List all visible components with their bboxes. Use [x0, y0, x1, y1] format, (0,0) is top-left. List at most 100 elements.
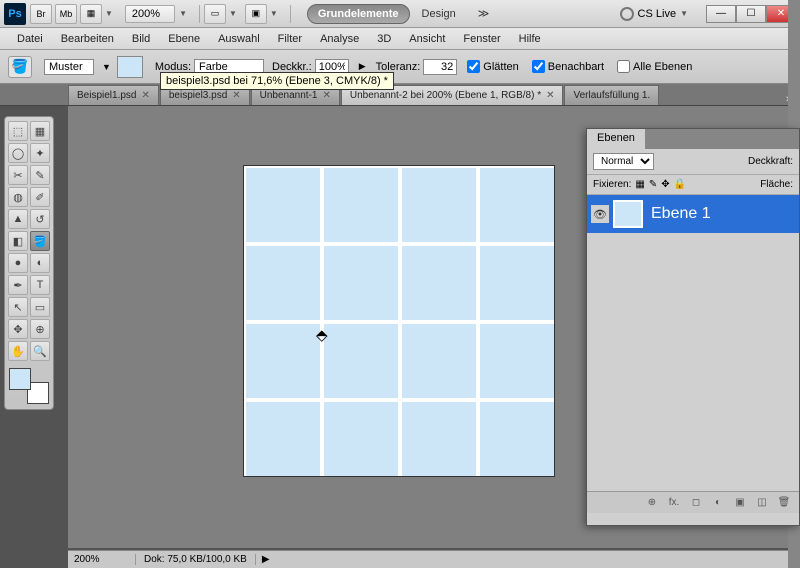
ps-logo-icon: Ps: [4, 3, 26, 25]
layer-list[interactable]: 👁 Ebene 1: [587, 195, 799, 491]
toolbox: ⬚▦ ◯✦ ✂✎ ◍✐ ▲↺ ◧🪣 ●◐ ✒T ↖▭ ✥⊕ ✋🔍: [4, 116, 54, 410]
status-menu-arrow[interactable]: ▶: [256, 554, 276, 565]
lock-pixels-icon[interactable]: ✎: [649, 179, 657, 190]
color-swatches[interactable]: [7, 366, 51, 406]
document-tabs: Beispiel1.psd ✕ beispiel3.psd ✕ Unbenannt-…: [0, 84, 800, 106]
layers-panel: Ebenen Normal Deckkraft: Fixieren: ▦ ✎ ✥…: [586, 128, 800, 526]
current-tool-icon[interactable]: 🪣: [8, 56, 32, 78]
new-layer-icon[interactable]: ◫: [753, 496, 771, 510]
bucket-tool[interactable]: 🪣: [30, 231, 50, 251]
minibridge-button[interactable]: Mb: [55, 4, 77, 24]
layer-row[interactable]: 👁 Ebene 1: [587, 195, 799, 233]
chevron-down-icon[interactable]: ▼: [680, 9, 688, 18]
crop-tool[interactable]: ✂: [8, 165, 28, 185]
wand-tool[interactable]: ✦: [30, 143, 50, 163]
fx-icon[interactable]: fx.: [665, 496, 683, 510]
benachbart-checkbox[interactable]: [532, 60, 545, 73]
tab-label: Unbenannt-1: [260, 90, 318, 101]
delete-icon[interactable]: 🗑: [775, 496, 793, 510]
foreground-color[interactable]: [9, 368, 31, 390]
doc-tab[interactable]: Beispiel1.psd ✕: [68, 85, 159, 105]
lasso-tool[interactable]: ◯: [8, 143, 28, 163]
maximize-button[interactable]: ☐: [736, 5, 766, 23]
heal-tool[interactable]: ◍: [8, 187, 28, 207]
cslive-label[interactable]: CS Live: [638, 8, 677, 20]
mask-icon[interactable]: ◻: [687, 496, 705, 510]
options-bar: 🪣 Muster ▼ Modus: Farbe Deckkr.: ▶ Toler…: [0, 50, 800, 84]
chevron-down-icon[interactable]: ▼: [105, 9, 113, 18]
layer-name[interactable]: Ebene 1: [651, 205, 711, 223]
close-icon[interactable]: ✕: [546, 90, 554, 101]
tab-label: beispiel3.psd: [169, 90, 227, 101]
close-icon[interactable]: ✕: [141, 90, 149, 101]
menu-ansicht[interactable]: Ansicht: [400, 33, 454, 45]
close-icon[interactable]: ✕: [232, 90, 240, 101]
titlebar: Ps Br Mb ▦ ▼ 200% ▼ ▭ ▼ ▣ ▼ Grundelement…: [0, 0, 800, 28]
path-tool[interactable]: ↖: [8, 297, 28, 317]
fill-label: Fläche:: [760, 179, 793, 190]
fill-type-select[interactable]: Muster: [44, 59, 94, 75]
bridge-button[interactable]: Br: [30, 4, 52, 24]
link-layers-icon[interactable]: ⊕: [643, 496, 661, 510]
tab-label: Beispiel1.psd: [77, 90, 136, 101]
menu-fenster[interactable]: Fenster: [454, 33, 509, 45]
layer-thumbnail[interactable]: [613, 200, 643, 228]
visibility-icon[interactable]: 👁: [591, 205, 609, 223]
chevron-down-icon[interactable]: ▼: [179, 9, 187, 18]
minimize-button[interactable]: —: [706, 5, 736, 23]
chevron-down-icon[interactable]: ▼: [270, 9, 278, 18]
menu-bearbeiten[interactable]: Bearbeiten: [52, 33, 123, 45]
blur-tool[interactable]: ●: [8, 253, 28, 273]
menu-ebene[interactable]: Ebene: [159, 33, 209, 45]
status-bar: 200% Dok: 75,0 KB/100,0 KB ▶: [68, 550, 788, 568]
close-icon[interactable]: ✕: [322, 90, 330, 101]
3d-tool[interactable]: ✥: [8, 319, 28, 339]
blend-mode-select[interactable]: Normal: [593, 153, 654, 170]
stamp-tool[interactable]: ▲: [8, 209, 28, 229]
menu-3d[interactable]: 3D: [368, 33, 400, 45]
lock-transparency-icon[interactable]: ▦: [635, 179, 644, 190]
pen-tool[interactable]: ✒: [8, 275, 28, 295]
menu-bild[interactable]: Bild: [123, 33, 159, 45]
menu-hilfe[interactable]: Hilfe: [510, 33, 550, 45]
workspace-design[interactable]: Design: [412, 5, 466, 23]
toleranz-input[interactable]: [423, 59, 457, 75]
eyedropper-tool[interactable]: ✎: [30, 165, 50, 185]
menu-filter[interactable]: Filter: [269, 33, 311, 45]
marquee-tool[interactable]: ▦: [30, 121, 50, 141]
group-icon[interactable]: ▣: [731, 496, 749, 510]
extras-button[interactable]: ▭: [204, 4, 226, 24]
workspace-more[interactable]: ≫: [468, 4, 500, 23]
menubar: Datei Bearbeiten Bild Ebene Auswahl Filt…: [0, 28, 800, 50]
zoom-select[interactable]: 200%: [125, 5, 175, 23]
status-zoom[interactable]: 200%: [68, 554, 136, 565]
layers-tab[interactable]: Ebenen: [587, 129, 646, 149]
dodge-tool[interactable]: ◐: [30, 253, 50, 273]
move-tool[interactable]: ⬚: [8, 121, 28, 141]
eraser-tool[interactable]: ◧: [8, 231, 28, 251]
glaetten-checkbox[interactable]: [467, 60, 480, 73]
toleranz-label: Toleranz:: [376, 61, 421, 73]
chevron-down-icon[interactable]: ▼: [229, 9, 237, 18]
type-tool[interactable]: T: [30, 275, 50, 295]
hand-tool[interactable]: ✋: [8, 341, 28, 361]
workspace-grundelemente[interactable]: Grundelemente: [307, 4, 410, 24]
brush-tool[interactable]: ✐: [30, 187, 50, 207]
menu-datei[interactable]: Datei: [8, 33, 52, 45]
doc-tab[interactable]: Verlaufsfüllung 1.: [564, 85, 659, 105]
alle-ebenen-checkbox[interactable]: [617, 60, 630, 73]
lock-position-icon[interactable]: ✥: [661, 179, 669, 190]
3d-camera-tool[interactable]: ⊕: [30, 319, 50, 339]
screenmode-button[interactable]: ▣: [245, 4, 267, 24]
layout-button[interactable]: ▦: [80, 4, 102, 24]
adjustment-icon[interactable]: ◐: [709, 496, 727, 510]
menu-auswahl[interactable]: Auswahl: [209, 33, 269, 45]
lock-all-icon[interactable]: 🔒: [674, 179, 686, 190]
menu-analyse[interactable]: Analyse: [311, 33, 368, 45]
history-brush-tool[interactable]: ↺: [30, 209, 50, 229]
layers-footer: ⊕ fx. ◻ ◐ ▣ ◫ 🗑: [587, 491, 799, 513]
document-canvas[interactable]: [244, 166, 554, 476]
pattern-swatch[interactable]: [117, 56, 143, 78]
shape-tool[interactable]: ▭: [30, 297, 50, 317]
zoom-tool[interactable]: 🔍: [30, 341, 50, 361]
